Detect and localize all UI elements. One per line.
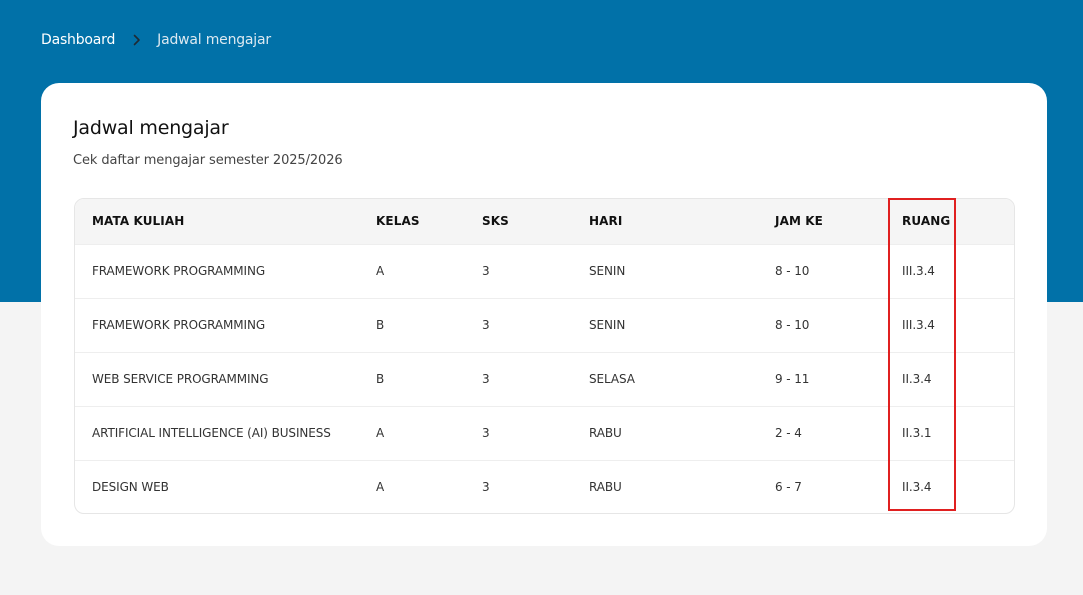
cell-day: RABU [589, 480, 622, 495]
room-column-highlight [888, 198, 956, 511]
cell-class: A [376, 264, 385, 278]
cell-class: B [376, 318, 385, 332]
cell-class: B [376, 372, 385, 386]
cell-course: ARTIFICIAL INTELLIGENCE (AI) BUSINESS [92, 426, 331, 440]
table-row: ARTIFICIAL INTELLIGENCE (AI) BUSINESS A … [75, 406, 1014, 460]
column-header-period: JAM KE [775, 214, 823, 229]
cell-credits: 3 [482, 480, 490, 495]
chevron-right-icon [133, 34, 141, 46]
table-row: DESIGN WEB A 3 RABU 6 - 7 II.3.4 [75, 460, 1014, 513]
schedule-table: MATA KULIAH KELAS SKS HARI JAM KE RUANG … [74, 198, 1015, 514]
cell-class: A [376, 426, 385, 440]
column-header-class: KELAS [376, 214, 420, 229]
column-header-day: HARI [589, 214, 623, 229]
breadcrumb: Dashboard Jadwal mengajar [41, 30, 271, 50]
cell-course: WEB SERVICE PROGRAMMING [92, 372, 269, 386]
cell-period: 8 - 10 [775, 318, 810, 332]
cell-class: A [376, 480, 385, 495]
cell-period: 6 - 7 [775, 480, 802, 495]
table-row: WEB SERVICE PROGRAMMING B 3 SELASA 9 - 1… [75, 352, 1014, 406]
breadcrumb-current: Jadwal mengajar [157, 32, 271, 48]
cell-course: DESIGN WEB [92, 480, 169, 495]
cell-day: SENIN [589, 318, 626, 332]
cell-course: FRAMEWORK PROGRAMMING [92, 318, 266, 332]
cell-day: RABU [589, 426, 622, 440]
cell-credits: 3 [482, 426, 490, 440]
cell-period: 9 - 11 [775, 372, 810, 386]
cell-credits: 3 [482, 264, 490, 278]
cell-day: SENIN [589, 264, 626, 278]
column-header-course: MATA KULIAH [92, 214, 185, 229]
column-header-credits: SKS [482, 214, 509, 229]
table-row: FRAMEWORK PROGRAMMING A 3 SENIN 8 - 10 I… [75, 244, 1014, 298]
cell-credits: 3 [482, 318, 490, 332]
table-row: FRAMEWORK PROGRAMMING B 3 SENIN 8 - 10 I… [75, 298, 1014, 352]
page-title: Jadwal mengajar [73, 117, 229, 139]
cell-course: FRAMEWORK PROGRAMMING [92, 264, 266, 278]
table-header-row: MATA KULIAH KELAS SKS HARI JAM KE RUANG [75, 199, 1014, 244]
cell-day: SELASA [589, 372, 635, 386]
cell-period: 8 - 10 [775, 264, 810, 278]
cell-credits: 3 [482, 372, 490, 386]
page-subtitle: Cek daftar mengajar semester 2025/2026 [73, 153, 343, 168]
cell-period: 2 - 4 [775, 426, 802, 440]
breadcrumb-dashboard-link[interactable]: Dashboard [41, 32, 115, 48]
